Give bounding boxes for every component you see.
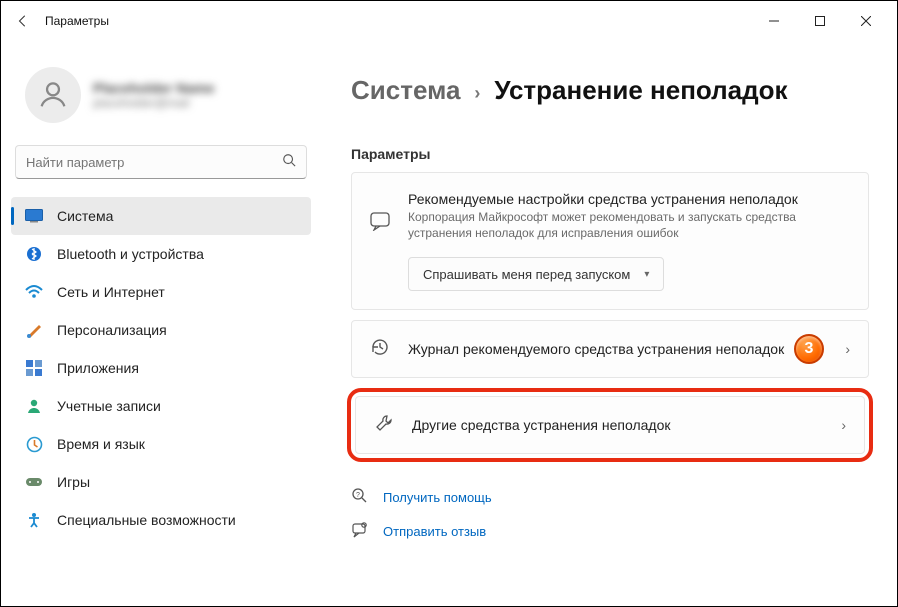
dropdown-value: Спрашивать меня перед запуском bbox=[423, 267, 630, 282]
sidebar-item-time-language[interactable]: Время и язык bbox=[11, 425, 311, 463]
annotation-step-badge: 3 bbox=[794, 334, 824, 364]
apps-icon bbox=[25, 359, 43, 377]
sidebar-item-accessibility[interactable]: Специальные возможности bbox=[11, 501, 311, 539]
monitor-icon bbox=[25, 207, 43, 225]
other-label: Другие средства устранения неполадок bbox=[412, 417, 823, 433]
sidebar-item-label: Игры bbox=[57, 474, 90, 490]
sidebar-item-label: Bluetooth и устройства bbox=[57, 246, 204, 262]
brush-icon bbox=[25, 321, 43, 339]
search-input[interactable] bbox=[26, 155, 274, 170]
history-icon bbox=[370, 337, 390, 362]
recommended-dropdown[interactable]: Спрашивать меня перед запуском ▾ bbox=[408, 257, 664, 291]
chat-icon bbox=[370, 211, 390, 236]
sidebar-item-label: Приложения bbox=[57, 360, 139, 376]
bluetooth-icon bbox=[25, 245, 43, 263]
feedback-link[interactable]: Отправить отзыв bbox=[383, 524, 486, 539]
sidebar-item-system[interactable]: Система bbox=[11, 197, 311, 235]
sidebar-item-label: Сеть и Интернет bbox=[57, 284, 165, 300]
recommended-desc: Корпорация Майкрософт может рекомендоват… bbox=[408, 209, 850, 241]
sidebar-item-label: Персонализация bbox=[57, 322, 167, 338]
chevron-right-icon: › bbox=[474, 83, 480, 104]
avatar bbox=[25, 67, 81, 123]
sidebar-item-personalization[interactable]: Персонализация bbox=[11, 311, 311, 349]
minimize-button[interactable] bbox=[751, 1, 797, 41]
profile-email: placeholder@mail bbox=[93, 96, 214, 110]
recommended-title: Рекомендуемые настройки средства устране… bbox=[408, 191, 850, 207]
sidebar: Placeholder Name placeholder@mail Систем… bbox=[1, 41, 321, 606]
profile-block[interactable]: Placeholder Name placeholder@mail bbox=[11, 47, 311, 145]
profile-name: Placeholder Name bbox=[93, 80, 214, 96]
history-row-card[interactable]: Журнал рекомендуемого средства устранени… bbox=[351, 320, 869, 378]
wifi-icon bbox=[25, 283, 43, 301]
sidebar-item-label: Специальные возможности bbox=[57, 512, 236, 528]
chevron-right-icon: › bbox=[845, 341, 850, 357]
sidebar-item-apps[interactable]: Приложения bbox=[11, 349, 311, 387]
sidebar-item-bluetooth[interactable]: Bluetooth и устройства bbox=[11, 235, 311, 273]
section-label: Параметры bbox=[351, 146, 869, 162]
sidebar-item-label: Учетные записи bbox=[57, 398, 161, 414]
wrench-icon bbox=[374, 413, 394, 438]
breadcrumb: Система › Устранение неполадок bbox=[351, 75, 869, 106]
person-icon bbox=[25, 397, 43, 415]
search-icon bbox=[282, 153, 296, 172]
help-icon: ? bbox=[351, 487, 369, 508]
sidebar-item-gaming[interactable]: Игры bbox=[11, 463, 311, 501]
page-title: Устранение неполадок bbox=[494, 75, 787, 106]
maximize-button[interactable] bbox=[797, 1, 843, 41]
breadcrumb-parent[interactable]: Система bbox=[351, 75, 460, 106]
other-troubleshooters-row[interactable]: Другие средства устранения неполадок › bbox=[355, 396, 865, 454]
feedback-icon bbox=[351, 521, 369, 542]
feedback-link-row[interactable]: Отправить отзыв bbox=[351, 514, 869, 548]
close-button[interactable] bbox=[843, 1, 889, 41]
main-pane: Система › Устранение неполадок Параметры… bbox=[321, 41, 897, 606]
gamepad-icon bbox=[25, 473, 43, 491]
window-title: Параметры bbox=[45, 14, 109, 28]
back-button[interactable] bbox=[9, 7, 37, 35]
sidebar-item-label: Система bbox=[57, 208, 113, 224]
svg-text:?: ? bbox=[356, 492, 360, 499]
annotation-highlight: Другие средства устранения неполадок › bbox=[347, 388, 873, 462]
search-input-wrapper[interactable] bbox=[15, 145, 307, 179]
titlebar: Параметры bbox=[1, 1, 897, 41]
footer-links: ? Получить помощь Отправить отзыв bbox=[351, 480, 869, 548]
sidebar-item-accounts[interactable]: Учетные записи bbox=[11, 387, 311, 425]
help-link-row[interactable]: ? Получить помощь bbox=[351, 480, 869, 514]
chevron-right-icon: › bbox=[841, 417, 846, 433]
accessibility-icon bbox=[25, 511, 43, 529]
help-link[interactable]: Получить помощь bbox=[383, 490, 492, 505]
chevron-down-icon: ▾ bbox=[644, 269, 649, 280]
nav-list: Система Bluetooth и устройства Сеть и Ин… bbox=[11, 197, 311, 606]
sidebar-item-label: Время и язык bbox=[57, 436, 145, 452]
sidebar-item-network[interactable]: Сеть и Интернет bbox=[11, 273, 311, 311]
history-label: Журнал рекомендуемого средства устранени… bbox=[408, 341, 827, 357]
recommended-settings-card: Рекомендуемые настройки средства устране… bbox=[351, 172, 869, 310]
clock-globe-icon bbox=[25, 435, 43, 453]
